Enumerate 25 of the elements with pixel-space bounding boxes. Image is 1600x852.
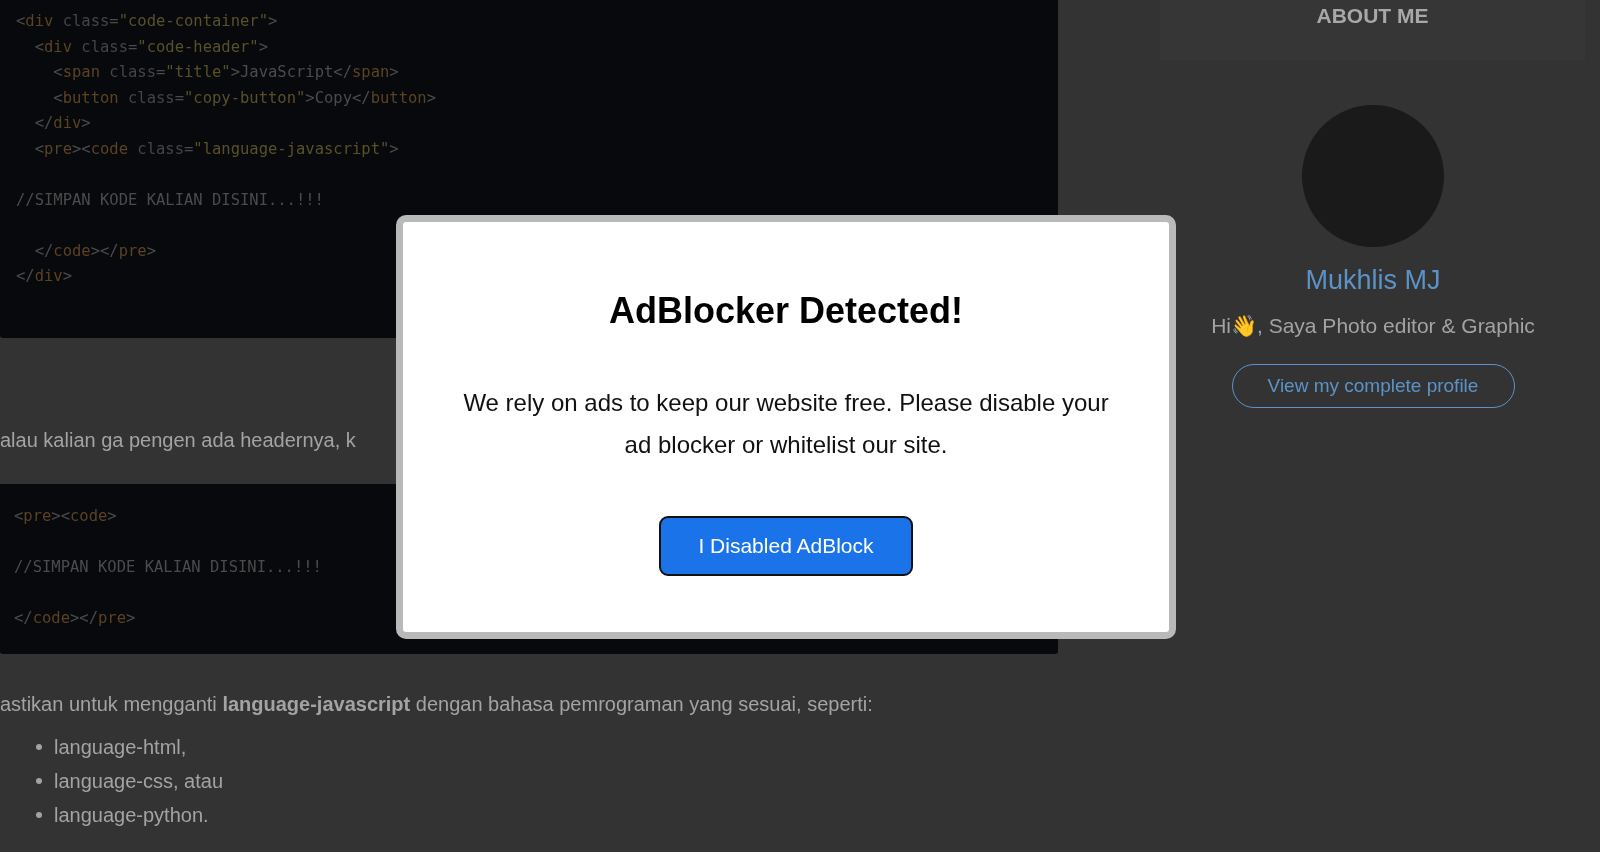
code-line: <pre><code class="language-javascript"> [33, 138, 400, 160]
bullet-icon [36, 811, 42, 818]
code-line: //SIMPAN KODE KALIAN DISINI...!!! [14, 557, 323, 578]
list-item: language-python. [54, 802, 209, 828]
paragraph: astikan untuk mengganti language-javascript dengan bahasa pemrograman yang sesuai, seperti: [0, 691, 873, 717]
paragraph: alau kalian ga pengen ada headernya, k [0, 428, 356, 453]
code-line: <pre><code> [14, 506, 118, 527]
widget-title: ABOUT ME [1316, 3, 1429, 29]
modal-message: We rely on ads to keep our website free. Please disable your ad blocker or whitelist our site. [462, 388, 1110, 460]
profile-name[interactable]: Mukhlis MJ [1305, 265, 1441, 296]
bullet-icon [36, 777, 42, 784]
code-line: </div> [16, 266, 73, 287]
modal-title: AdBlocker Detected! [608, 290, 964, 332]
code-line: </code></pre> [14, 608, 137, 629]
code-line: <button class="copy-button">Copy</button> [52, 87, 437, 109]
code-line: </code></pre> [33, 240, 157, 262]
bullet-icon [36, 743, 42, 750]
code-line: //SIMPAN KODE KALIAN DISINI...!!! [16, 189, 325, 211]
profile-bio: Hi👋, Saya Photo editor & Graphic [1211, 314, 1535, 338]
code-line: </div> [33, 113, 92, 134]
list-item: language-html, [54, 734, 187, 760]
list-item: language-css, atau [54, 768, 223, 794]
code-line: <span class="title">JavaScript</span> [52, 62, 400, 83]
code-line: <div class="code-container"> [16, 11, 279, 32]
code-line: <div class="code-header"> [33, 36, 269, 58]
